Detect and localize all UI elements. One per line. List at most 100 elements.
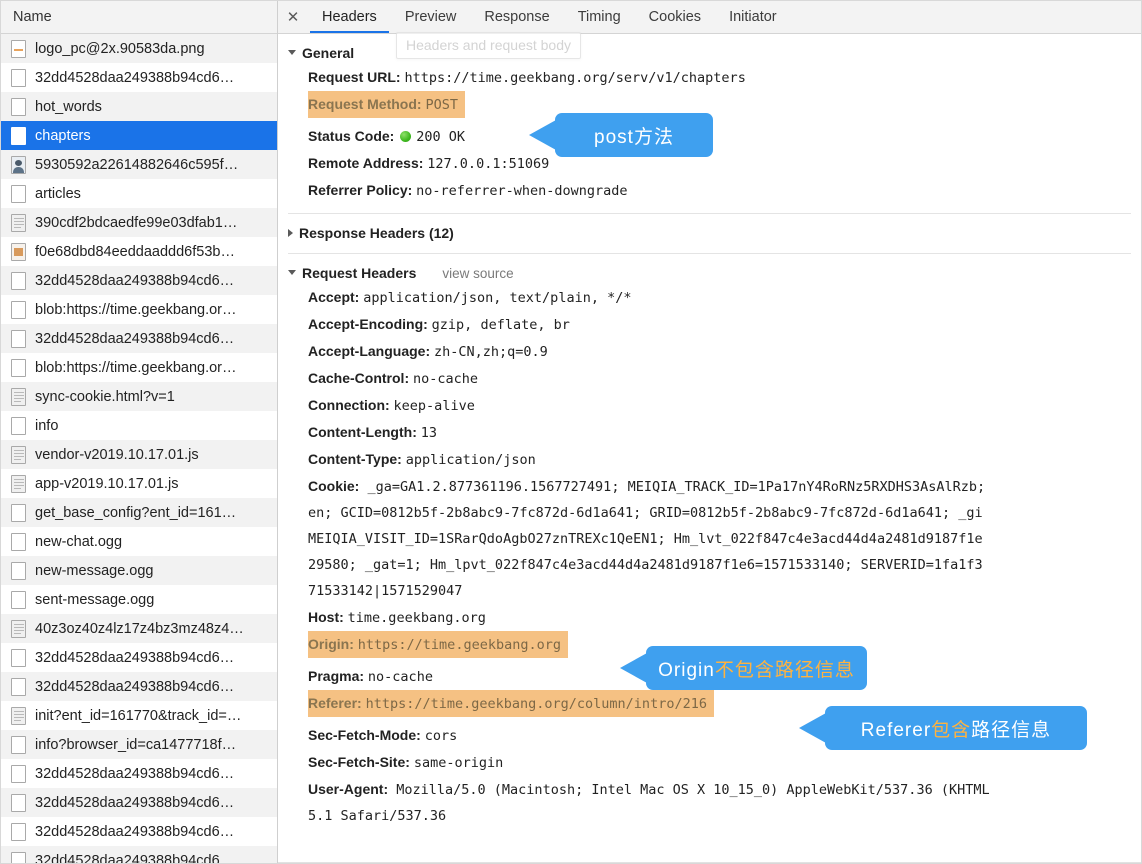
cookie-line-4: 71533142|1571529047: [308, 578, 1141, 604]
request-list-item[interactable]: 32dd4528daa249388b94cd6…: [1, 643, 277, 672]
request-list-item-label: blob:https://time.geekbang.or…: [35, 302, 277, 318]
plain-doc-icon: [11, 533, 26, 551]
plain-doc-icon: [11, 330, 26, 348]
plain-doc-icon: [11, 852, 26, 864]
request-list-item[interactable]: init?ent_id=161770&track_id=…: [1, 701, 277, 730]
avatar-image-icon: [11, 156, 26, 174]
request-list-item[interactable]: get_base_config?ent_id=161…: [1, 498, 277, 527]
host-key: Host:: [308, 609, 344, 625]
request-list-item-label: new-chat.ogg: [35, 534, 277, 550]
tab-headers[interactable]: Headers: [308, 1, 391, 33]
request-header-row: Accept-Encoding: gzip, deflate, br: [278, 311, 1141, 338]
script-doc-icon: [11, 214, 26, 232]
request-header-row: Accept-Language: zh-CN,zh;q=0.9: [278, 338, 1141, 365]
origin-value: https://time.geekbang.org: [358, 637, 561, 653]
request-list-item[interactable]: blob:https://time.geekbang.or…: [1, 353, 277, 382]
request-header-value: 13: [421, 425, 437, 441]
callout-post-method: post方法: [555, 113, 713, 157]
plain-doc-icon: [11, 185, 26, 203]
callout-referer-white-pre: Referer: [861, 720, 931, 741]
request-url-value: https://time.geekbang.org/serv/v1/chapte…: [404, 70, 745, 86]
request-list-item[interactable]: 32dd4528daa249388b94cd6…: [1, 759, 277, 788]
request-list-item-label: 390cdf2bdcaedfe99e03dfab1…: [35, 215, 277, 231]
request-list-item-label: 32dd4528daa249388b94cd6…: [35, 331, 277, 347]
request-list-item[interactable]: 5930592a22614882646c595f…: [1, 150, 277, 179]
section-request-headers[interactable]: Request Headers view source: [278, 262, 1141, 284]
request-list-item-label: sync-cookie.html?v=1: [35, 389, 277, 405]
tab-response-label: Response: [484, 9, 549, 25]
close-icon[interactable]: ✕: [278, 1, 308, 33]
request-list-item[interactable]: 40z3oz40z4lz17z4bz3mz48z4…: [1, 614, 277, 643]
request-list-item[interactable]: 390cdf2bdcaedfe99e03dfab1…: [1, 208, 277, 237]
request-list-item[interactable]: new-chat.ogg: [1, 527, 277, 556]
request-list-item[interactable]: 32dd4528daa249388b94cd6…: [1, 672, 277, 701]
row-origin: Origin: https://time.geekbang.org: [308, 631, 568, 658]
request-list-item[interactable]: 32dd4528daa249388b94cd6…: [1, 266, 277, 295]
script-doc-icon: [11, 707, 26, 725]
request-list-item[interactable]: logo_pc@2x.90583da.png: [1, 34, 277, 63]
plain-doc-icon: [11, 359, 26, 377]
row-host: Host: time.geekbang.org: [278, 604, 1141, 631]
plain-doc-icon: [11, 562, 26, 580]
request-header-value: application/json: [406, 452, 536, 468]
script-doc-icon: [11, 620, 26, 638]
plain-doc-icon: [11, 69, 26, 87]
section-general[interactable]: General: [278, 42, 1141, 64]
callout-referer-white-post: 路径信息: [971, 720, 1051, 741]
request-header-value: no-cache: [413, 371, 478, 387]
tab-response[interactable]: Response: [470, 1, 563, 33]
request-list-item-label: hot_words: [35, 99, 277, 115]
cookie-line-3: 29580; _gat=1; Hm_lpvt_022f847c4e3acd44d…: [308, 552, 1141, 578]
tab-initiator[interactable]: Initiator: [715, 1, 791, 33]
image-orange-icon: [11, 243, 26, 261]
request-header-value: gzip, deflate, br: [432, 317, 570, 333]
request-list-item[interactable]: hot_words: [1, 92, 277, 121]
request-header-row: Content-Length: 13: [278, 419, 1141, 446]
request-list-item[interactable]: 32dd4528daa249388b94cd6…: [1, 63, 277, 92]
callout-origin: Origin不包含路径信息: [646, 646, 867, 690]
referer-value: https://time.geekbang.org/column/intro/2…: [366, 696, 707, 712]
request-list-item[interactable]: blob:https://time.geekbang.or…: [1, 295, 277, 324]
user-agent-value-0: Mozilla/5.0 (Macintosh; Intel Mac OS X 1…: [396, 782, 989, 798]
chevron-down-icon: [288, 50, 296, 55]
request-list-item[interactable]: 32dd4528daa249388b94cd6…: [1, 846, 277, 863]
request-list-item-label: 32dd4528daa249388b94cd6…: [35, 795, 277, 811]
request-list-item[interactable]: articles: [1, 179, 277, 208]
request-header-key: Accept:: [308, 289, 359, 305]
close-glyph: ✕: [287, 8, 300, 26]
tab-preview[interactable]: Preview: [391, 1, 471, 33]
request-list-item[interactable]: f0e68dbd84eeddaaddd6f53b…: [1, 237, 277, 266]
row-request-method: Request Method: POST: [308, 91, 465, 118]
script-doc-icon: [11, 475, 26, 493]
row-referer: Referer: https://time.geekbang.org/colum…: [308, 690, 714, 717]
devtools-network-panel: Name logo_pc@2x.90583da.png32dd4528daa24…: [0, 0, 1142, 864]
request-list-item[interactable]: new-message.ogg: [1, 556, 277, 585]
section-response-headers[interactable]: Response Headers (12): [278, 222, 1141, 244]
sidebar-column-header-name[interactable]: Name: [1, 1, 277, 34]
request-list-item[interactable]: sync-cookie.html?v=1: [1, 382, 277, 411]
view-source-link[interactable]: view source: [442, 266, 513, 281]
request-list-item[interactable]: app-v2019.10.17.01.js: [1, 469, 277, 498]
request-list-item[interactable]: 32dd4528daa249388b94cd6…: [1, 817, 277, 846]
plain-doc-icon: [11, 272, 26, 290]
request-list-item[interactable]: sent-message.ogg: [1, 585, 277, 614]
tab-preview-label: Preview: [405, 9, 457, 25]
request-list-item[interactable]: vendor-v2019.10.17.01.js: [1, 440, 277, 469]
request-list-item[interactable]: chapters: [1, 121, 277, 150]
request-list-item[interactable]: 32dd4528daa249388b94cd6…: [1, 324, 277, 353]
request-list-item[interactable]: info: [1, 411, 277, 440]
detail-tabbar: ✕ Headers Preview Response Timing Cookie…: [278, 1, 1141, 34]
request-list-item[interactable]: 32dd4528daa249388b94cd6…: [1, 788, 277, 817]
callout-referer-orange: 包含: [931, 720, 971, 741]
tab-cookies[interactable]: Cookies: [635, 1, 715, 33]
request-list-item[interactable]: info?browser_id=ca1477718f…: [1, 730, 277, 759]
tab-initiator-label: Initiator: [729, 9, 777, 25]
cookie-line-1: en; GCID=0812b5f-2b8abc9-7fc872d-6d1a641…: [308, 500, 1141, 526]
row-cookie: Cookie: _ga=GA1.2.877361196.1567727491; …: [278, 473, 1141, 604]
request-url-key: Request URL:: [308, 69, 401, 85]
tab-timing[interactable]: Timing: [564, 1, 635, 33]
user-agent-line-0: User-Agent: Mozilla/5.0 (Macintosh; Inte…: [308, 776, 1141, 803]
request-list[interactable]: logo_pc@2x.90583da.png32dd4528daa249388b…: [1, 34, 277, 863]
cookie-key: Cookie:: [308, 478, 359, 494]
row-user-agent: User-Agent: Mozilla/5.0 (Macintosh; Inte…: [278, 776, 1141, 829]
